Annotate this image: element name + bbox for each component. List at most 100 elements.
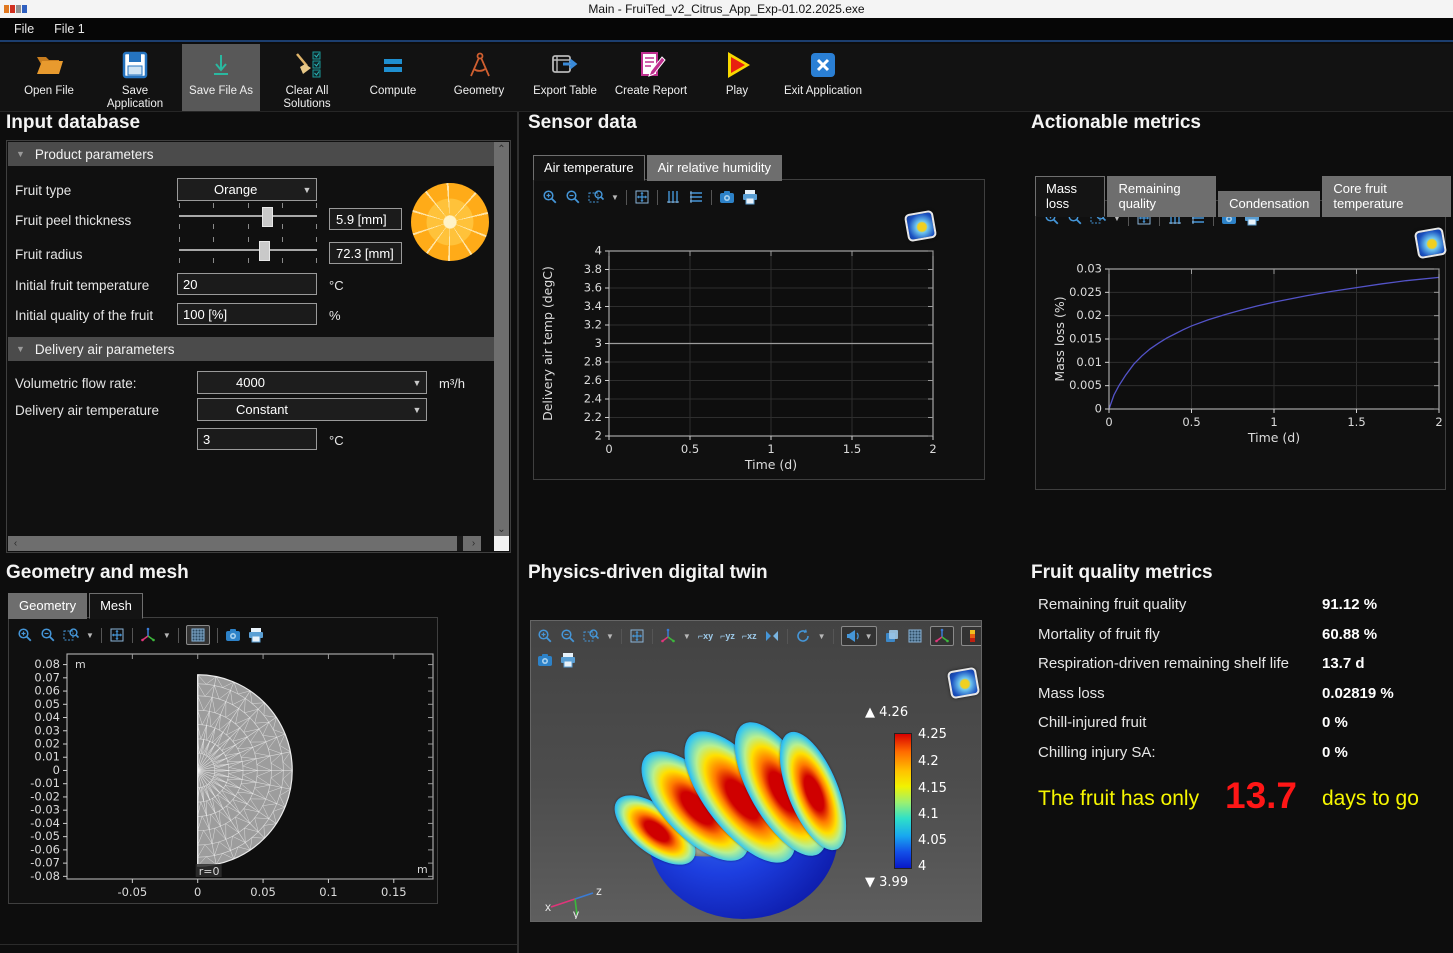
slider-thumb[interactable]: [262, 207, 273, 227]
svg-text:0.02: 0.02: [34, 737, 60, 751]
scroll-up-icon[interactable]: ⌃: [494, 142, 509, 157]
chevron-down-icon[interactable]: ▼: [818, 632, 826, 641]
metric-value: 60.88 %: [1322, 626, 1377, 643]
svg-text:3: 3: [595, 336, 602, 350]
svg-text:-0.04: -0.04: [30, 816, 60, 830]
svg-text:3.4: 3.4: [584, 299, 602, 313]
fruit-radius-value[interactable]: 72.3 [mm]: [329, 242, 402, 264]
comsol-logo-icon: [947, 667, 980, 700]
logo-mark: [10, 5, 15, 13]
fruit-peel-thickness-value[interactable]: 5.9 [mm]: [329, 208, 402, 230]
svg-text:2.2: 2.2: [584, 410, 602, 424]
view-yz-button[interactable]: ⌐yz: [720, 631, 735, 641]
create-report-button[interactable]: Create Report: [612, 44, 690, 111]
digital-twin-title: Physics-driven digital twin: [528, 562, 768, 584]
logo-mark: [22, 5, 27, 13]
colorbar-tick: 4.1: [918, 807, 939, 822]
geometry-button[interactable]: Geometry: [440, 44, 518, 111]
svg-text:0.015: 0.015: [1069, 332, 1102, 346]
tab-remaining-quality[interactable]: Remaining quality: [1107, 176, 1216, 217]
tab-mesh[interactable]: Mesh: [89, 593, 143, 619]
fruit-3d-model[interactable]: [626, 706, 876, 922]
tab-geometry[interactable]: Geometry: [8, 593, 87, 619]
zoom-box-icon[interactable]: [583, 628, 599, 644]
tab-mass-loss[interactable]: Mass loss: [1035, 176, 1105, 217]
delivery-air-temperature-input[interactable]: 3: [197, 428, 317, 450]
product-parameters-header[interactable]: ▼ Product parameters: [8, 142, 495, 166]
tab-air-relative-humidity[interactable]: Air relative humidity: [647, 155, 782, 181]
save-application-button[interactable]: Save Application: [96, 44, 174, 111]
slider-thumb[interactable]: [259, 241, 270, 261]
clear-all-solutions-button[interactable]: Clear All Solutions: [268, 44, 346, 111]
chevron-down-icon[interactable]: ▼: [683, 632, 691, 641]
menu-file[interactable]: File: [6, 20, 42, 38]
fruit-peel-thickness-label: Fruit peel thickness: [15, 213, 131, 228]
metric-label: Mass loss: [1038, 685, 1105, 702]
logo-mark: [16, 5, 21, 13]
zoom-extents-icon[interactable]: [629, 628, 645, 644]
svg-text:0: 0: [1105, 415, 1112, 429]
metric-value: 91.12 %: [1322, 596, 1377, 613]
application-window: Main - FruiTed_v2_Citrus_App_Exp-01.02.2…: [0, 0, 1453, 953]
exit-application-button[interactable]: Exit Application: [784, 44, 862, 111]
axis-triad-icon: x z y: [539, 873, 609, 919]
compass-icon: [463, 49, 495, 81]
delivery-air-parameters-header[interactable]: ▼ Delivery air parameters: [8, 337, 495, 361]
mini-triad-icon: [934, 628, 950, 644]
scroll-left-icon[interactable]: ‹: [8, 536, 23, 551]
compute-button[interactable]: Compute: [354, 44, 432, 111]
tab-condensation[interactable]: Condensation: [1218, 191, 1320, 217]
svg-text:0: 0: [1095, 402, 1102, 416]
svg-text:0.07: 0.07: [34, 670, 60, 684]
initial-fruit-temperature-input[interactable]: 20: [177, 273, 317, 295]
transparency-button[interactable]: ▼: [841, 626, 877, 646]
collapse-triangle-icon: ▼: [16, 344, 25, 354]
zoom-out-icon[interactable]: [560, 628, 576, 644]
initial-quality-input[interactable]: 100 [%]: [177, 303, 317, 325]
rotate-view-icon[interactable]: [795, 628, 811, 644]
colorbar-toggle-button[interactable]: [961, 626, 983, 646]
svg-text:-0.02: -0.02: [30, 789, 60, 803]
tab-core-fruit-temperature[interactable]: Core fruit temperature: [1322, 176, 1451, 217]
view-xz-button[interactable]: ⌐xz: [742, 631, 757, 641]
svg-text:0.06: 0.06: [34, 684, 60, 698]
flip-view-icon[interactable]: [764, 628, 780, 644]
svg-text:0.1: 0.1: [319, 885, 337, 899]
fruit-peel-thickness-slider[interactable]: [179, 203, 317, 231]
initial-quality-label: Initial quality of the fruit: [15, 308, 153, 323]
svg-text:Time (d): Time (d): [1247, 430, 1300, 445]
export-table-button[interactable]: Export Table: [526, 44, 604, 111]
svg-text:-0.03: -0.03: [30, 803, 60, 817]
menu-file-1[interactable]: File 1: [46, 20, 93, 38]
triad-toggle-button[interactable]: [930, 626, 954, 646]
fruit-radius-slider[interactable]: [179, 237, 317, 265]
volumetric-flow-rate-label: Volumetric flow rate:: [15, 376, 137, 391]
chevron-down-icon[interactable]: ▼: [606, 632, 614, 641]
zoom-in-icon[interactable]: [537, 628, 553, 644]
input-database-panel: ▼ Product parameters Fruit type Orange ▼…: [6, 140, 511, 553]
view-xy-button[interactable]: ⌐xy: [698, 631, 713, 641]
svg-text:-0.08: -0.08: [30, 869, 60, 883]
save-file-as-button[interactable]: Save File As: [182, 44, 260, 111]
volumetric-flow-rate-combo[interactable]: 4000 ▼: [197, 371, 427, 394]
delivery-air-temperature-combo[interactable]: Constant ▼: [197, 398, 427, 421]
fruit-type-combo[interactable]: Orange ▼: [177, 178, 317, 201]
volumetric-flow-rate-unit: m³/h: [439, 376, 465, 391]
play-button[interactable]: Play: [698, 44, 776, 111]
vertical-scrollbar[interactable]: ⌃ ⌄: [494, 142, 509, 537]
tab-air-temperature[interactable]: Air temperature: [533, 155, 645, 181]
print-icon[interactable]: [560, 652, 576, 668]
air-temperature-chart: 22.22.42.62.833.23.43.63.8400.511.52Time…: [534, 180, 986, 481]
geometry-mesh-panel: ▼ ▼ r=0mm0.080.070.060.050.040.030.020.0…: [8, 617, 438, 904]
axis-orientation-icon[interactable]: [660, 628, 676, 644]
grid-icon[interactable]: [907, 628, 923, 644]
horizontal-scrollbar[interactable]: ‹ ›: [8, 536, 481, 551]
open-file-button[interactable]: Open File: [10, 44, 88, 111]
scene-light-icon[interactable]: [884, 628, 900, 644]
scroll-down-icon[interactable]: ⌄: [494, 522, 509, 537]
colorbar-tick: 4.2: [918, 754, 939, 769]
scroll-right-icon[interactable]: ›: [466, 536, 481, 551]
shelf-life-banner-suffix: days to go: [1322, 787, 1419, 811]
app-logo-icon: [4, 5, 30, 13]
snapshot-camera-icon[interactable]: [537, 652, 553, 668]
